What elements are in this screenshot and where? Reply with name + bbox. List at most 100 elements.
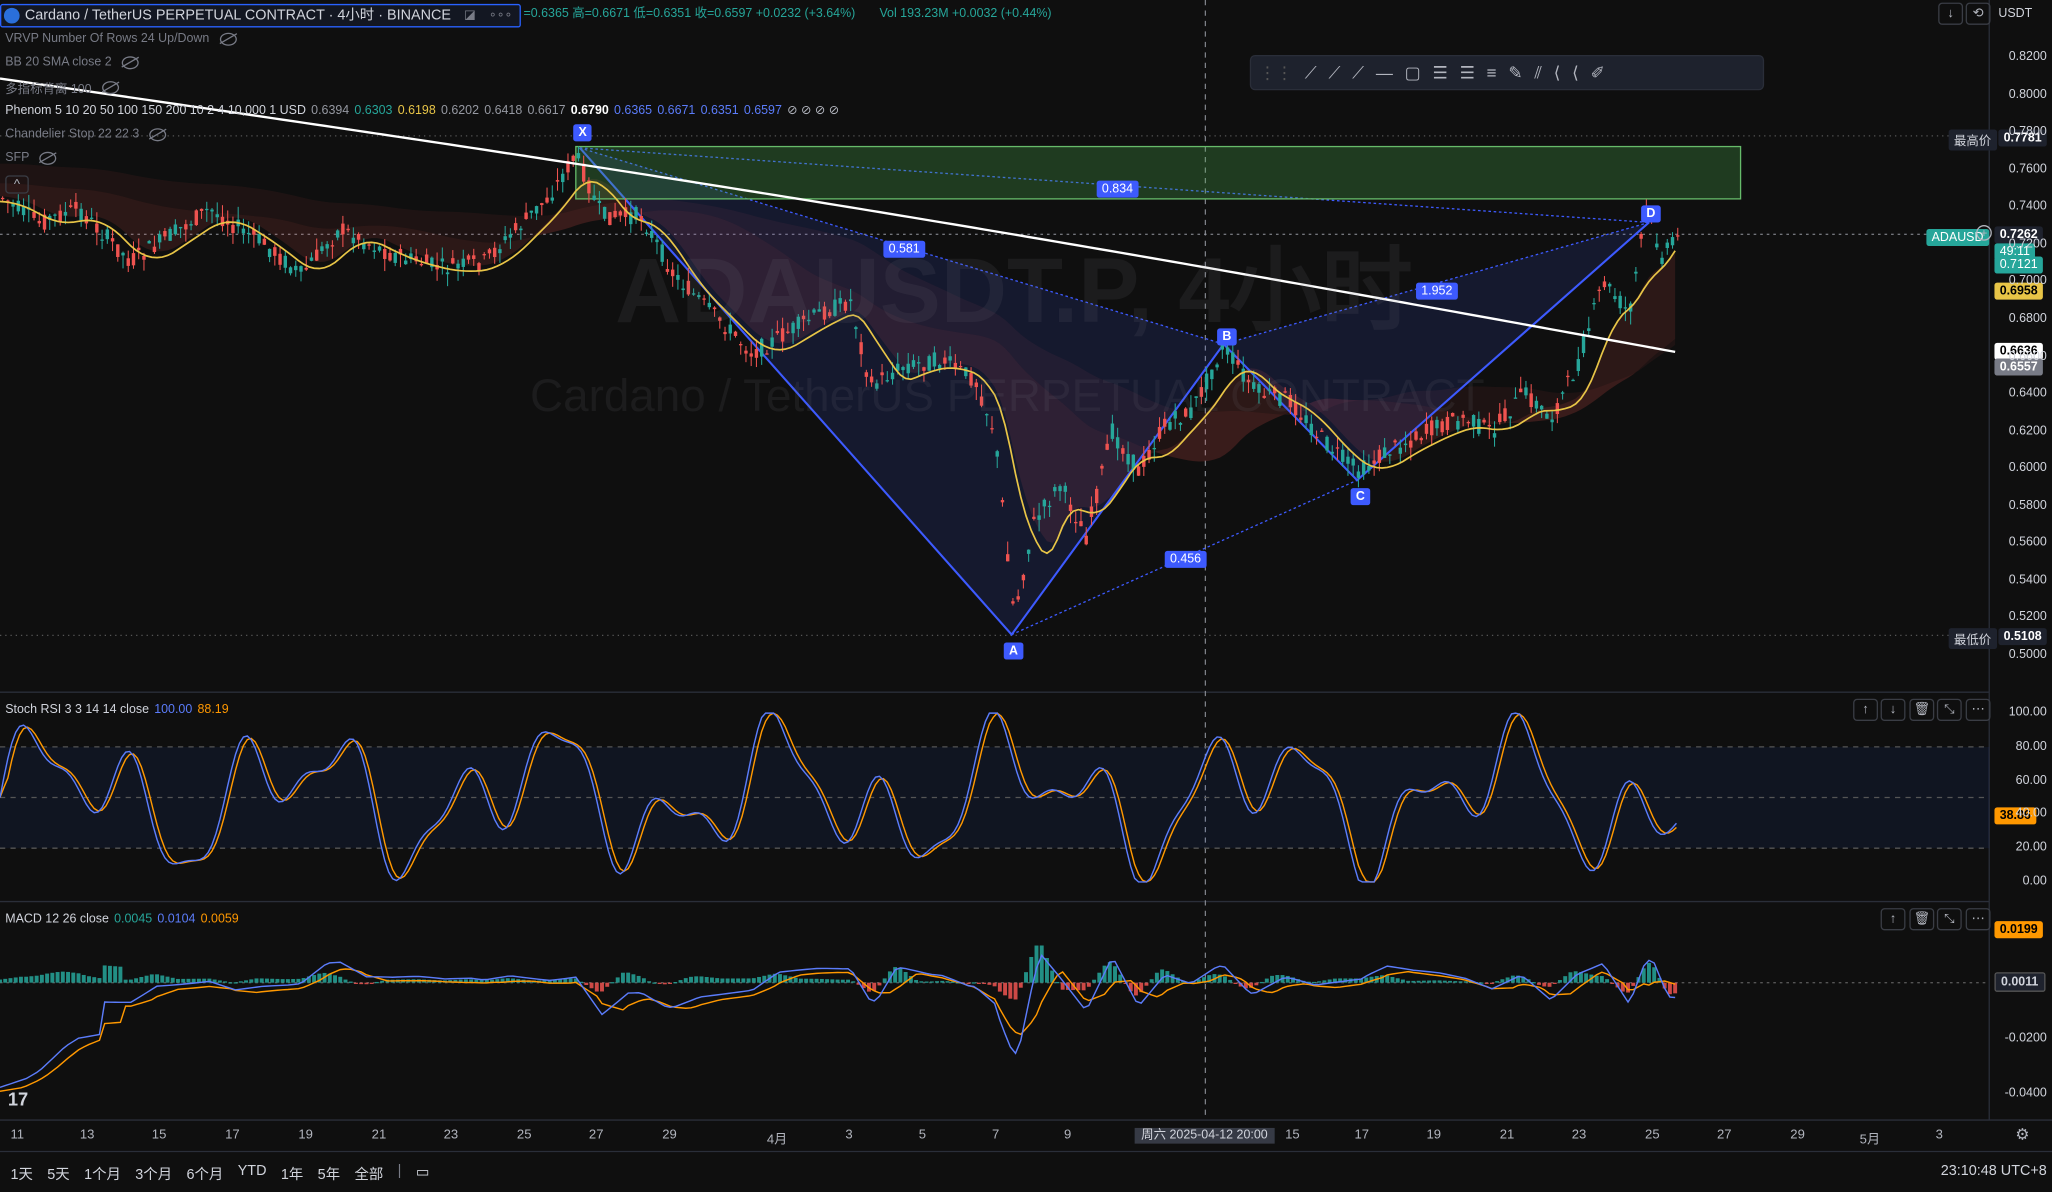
- macd-hist-bar: [92, 977, 97, 983]
- macd-hist-bar: [563, 979, 568, 983]
- macd-hist-bar: [343, 979, 348, 983]
- range-6m[interactable]: 6个月: [186, 1163, 223, 1184]
- move-up-icon[interactable]: ↑: [1853, 698, 1878, 721]
- settings-gear-icon[interactable]: ⚙: [2015, 1127, 2029, 1143]
- currency-selector[interactable]: USDT: [1998, 7, 2032, 23]
- candle-body: [184, 224, 188, 230]
- harmonic-point-x[interactable]: X: [573, 124, 592, 142]
- candle-body: [262, 238, 267, 245]
- macd-hist-bar: [39, 974, 44, 983]
- delete-icon[interactable]: 🗑: [1909, 908, 1935, 931]
- legend-chandelier[interactable]: Chandelier Stop 22 22 3: [5, 127, 167, 141]
- brush-icon[interactable]: ✎: [1508, 62, 1522, 83]
- candle-body: [173, 224, 178, 235]
- time-tick: 29: [662, 1127, 677, 1143]
- legend-phenom[interactable]: Phenom 5 10 20 50 100 150 200 10 2 4 10,…: [5, 103, 839, 117]
- candle-body: [1581, 336, 1586, 354]
- pitchfork-icon[interactable]: ⫽: [1534, 62, 1542, 83]
- candle-body: [199, 208, 204, 212]
- macd-hist-bar: [18, 976, 23, 983]
- legend-vrvp[interactable]: VRVP Number Of Rows 24 Up/Down: [5, 31, 237, 46]
- drag-handle-icon[interactable]: ⋮⋮: [1259, 62, 1293, 83]
- macd-hist-bar: [1013, 982, 1018, 1000]
- trend-line-icon[interactable]: ⟋: [1305, 62, 1317, 83]
- harmonic-point-a[interactable]: A: [1003, 642, 1024, 660]
- hidden-eye-icon[interactable]: [149, 127, 167, 141]
- macd-hist-bar: [1060, 982, 1065, 990]
- macd-hist-bar: [600, 982, 604, 992]
- macd-hist-bar: [149, 974, 154, 983]
- range-1m[interactable]: 1个月: [84, 1163, 121, 1184]
- macd-hist-bar: [1542, 982, 1547, 987]
- stoch-rsi-k: 100.00: [154, 702, 193, 718]
- range-3m[interactable]: 3个月: [135, 1163, 172, 1184]
- macd-hist-bar: [1322, 980, 1327, 983]
- move-down-icon[interactable]: ↓: [1880, 698, 1906, 721]
- maximize-icon[interactable]: ⤡: [1936, 698, 1962, 721]
- macd-hist-bar: [584, 982, 589, 986]
- harmonic-point-b[interactable]: B: [1217, 328, 1237, 346]
- time-tick: 5: [918, 1127, 926, 1143]
- extended-line-icon[interactable]: ⟋: [1352, 62, 1364, 83]
- candle-body: [74, 201, 78, 209]
- maximize-icon[interactable]: ⤡: [1936, 908, 1962, 931]
- range-1y[interactable]: 1年: [281, 1163, 303, 1184]
- chart-canvas[interactable]: [0, 0, 2052, 1192]
- parallel-channel-icon[interactable]: ≡: [1487, 63, 1497, 83]
- macd-hist-bar: [354, 982, 358, 984]
- add-alert-icon[interactable]: +: [1976, 225, 1992, 241]
- macd-hist-bar: [657, 982, 662, 984]
- arrow-down-icon[interactable]: ↓: [1938, 2, 1964, 25]
- utc-clock[interactable]: 23:10:48 UTC+8: [1941, 1163, 2047, 1179]
- phenom-v10: 0.6597: [743, 103, 782, 118]
- time-tick: 19: [1426, 1127, 1442, 1143]
- phenom-v3: 0.6202: [440, 103, 480, 118]
- symbol-box[interactable]: Cardano / TetherUS PERPETUAL CONTRACT · …: [0, 3, 522, 28]
- legend-bb[interactable]: BB 20 SMA close 2: [5, 55, 140, 69]
- legend-macd[interactable]: MACD 12 26 close 0.0045 0.0104 0.0059: [5, 912, 238, 926]
- eyedropper-icon[interactable]: ✐: [1591, 62, 1605, 83]
- move-up-icon[interactable]: ↑: [1880, 908, 1906, 931]
- more-pane-icon[interactable]: ⋯: [1965, 698, 1991, 721]
- macd-hist-value: 0.0045: [114, 912, 153, 927]
- sync-icon[interactable]: ⟲: [1965, 2, 1991, 25]
- horizontal-line-icon[interactable]: —: [1376, 63, 1393, 83]
- range-all[interactable]: 全部: [354, 1163, 383, 1184]
- candle-body: [1372, 460, 1376, 464]
- more-pane-icon[interactable]: ⋯: [1965, 908, 1991, 931]
- hidden-eye-icon[interactable]: [219, 32, 237, 46]
- delete-icon[interactable]: 🗑: [1909, 698, 1935, 721]
- hidden-eye-icon[interactable]: [122, 55, 140, 69]
- collapse-legend-icon[interactable]: ^: [5, 175, 29, 194]
- time-tick: 11: [10, 1127, 25, 1143]
- range-ytd[interactable]: YTD: [238, 1163, 267, 1184]
- candle-body: [859, 342, 863, 355]
- hidden-eye-icon[interactable]: [102, 81, 120, 95]
- symbol-title: Cardano / TetherUS PERPETUAL CONTRACT · …: [24, 7, 451, 24]
- candle-body: [1487, 424, 1492, 427]
- macd-hist-bar: [914, 980, 919, 983]
- more-icon[interactable]: ∘∘∘: [489, 8, 512, 24]
- fib-extension-icon[interactable]: ☰: [1460, 62, 1475, 83]
- range-5y[interactable]: 5年: [318, 1163, 340, 1184]
- rectangle-icon[interactable]: ▢: [1405, 62, 1421, 83]
- fib-retracement-icon[interactable]: ☰: [1433, 62, 1448, 83]
- circle-slash-icon[interactable]: ⊘ ⊘ ⊘ ⊘: [787, 103, 839, 117]
- share-icon[interactable]: ⟨: [1572, 62, 1579, 83]
- harmonic-point-c[interactable]: C: [1350, 488, 1371, 506]
- macd-hist-bar: [1458, 981, 1463, 983]
- harmonic-point-d[interactable]: D: [1641, 205, 1661, 223]
- macd-hist-bar: [165, 976, 170, 983]
- legend-divergence[interactable]: 多指标背离 100: [5, 79, 120, 97]
- ray-icon[interactable]: ⟋: [1328, 62, 1340, 83]
- hidden-eye-icon[interactable]: [39, 151, 57, 165]
- legend-stoch-rsi[interactable]: Stoch RSI 3 3 14 14 close 100.00 88.19: [5, 703, 228, 717]
- flag-icon[interactable]: ◪: [464, 8, 476, 24]
- range-5d[interactable]: 5天: [47, 1163, 69, 1184]
- candle-body: [1168, 422, 1172, 430]
- range-1d[interactable]: 1天: [10, 1163, 32, 1184]
- pattern-icon[interactable]: ⟨: [1554, 62, 1561, 83]
- macd-hist-bar: [804, 978, 809, 983]
- legend-sfp[interactable]: SFP: [5, 150, 57, 165]
- date-range-icon[interactable]: ▭: [416, 1163, 430, 1184]
